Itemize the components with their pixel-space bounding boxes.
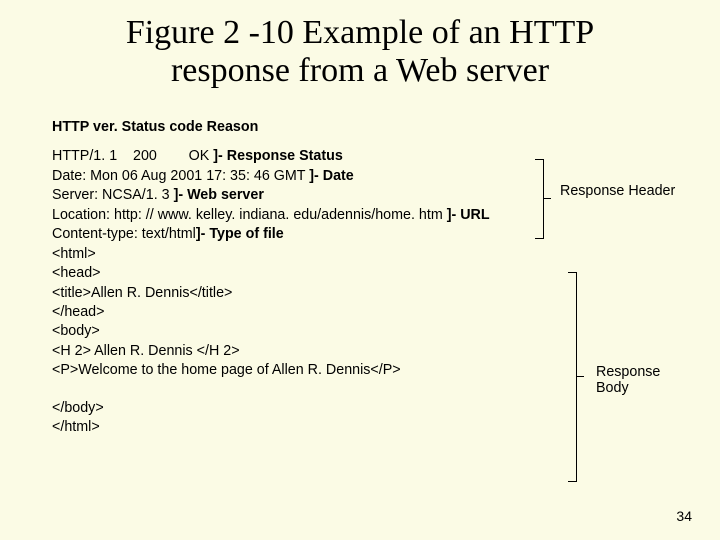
label-response-header: Response Header xyxy=(560,183,675,199)
ctype-line: Content-type: text/html]- Type of file xyxy=(52,225,672,244)
body-line: </body> xyxy=(52,399,672,418)
location-annotation: ]- URL xyxy=(447,207,490,223)
blank-line xyxy=(52,381,672,399)
body-line: <H 2> Allen R. Dennis </H 2> xyxy=(52,342,672,361)
label-response-body: Response Body xyxy=(596,364,660,396)
body-line: </head> xyxy=(52,303,672,322)
body-line: <html> xyxy=(52,245,672,264)
page-number: 34 xyxy=(676,508,692,524)
content-block: HTTP ver. Status code Reason HTTP/1. 1 2… xyxy=(52,118,672,438)
slide: Figure 2 -10 Example of an HTTP response… xyxy=(0,0,720,540)
title-line-2: response from a Web server xyxy=(171,52,549,89)
bracket-response-header xyxy=(543,159,544,239)
title-line-1: Figure 2 -10 Example of an HTTP xyxy=(126,14,594,51)
body-line: <title>Allen R. Dennis</title> xyxy=(52,284,672,303)
ctype-annotation: ]- Type of file xyxy=(196,226,284,242)
server-text: Server: NCSA/1. 3 xyxy=(52,187,174,203)
location-text: Location: http: // www. kelley. indiana.… xyxy=(52,207,447,223)
date-text: Date: Mon 06 Aug 2001 17: 35: 46 GMT xyxy=(52,168,309,184)
label-body-l2: Body xyxy=(596,380,629,396)
body-line: <P>Welcome to the home page of Allen R. … xyxy=(52,361,672,380)
ctype-text: Content-type: text/html xyxy=(52,226,196,242)
status-annotation: ]- Response Status xyxy=(213,148,343,164)
body-line: </html> xyxy=(52,418,672,437)
slide-title: Figure 2 -10 Example of an HTTP response… xyxy=(0,0,720,90)
status-text: HTTP/1. 1 200 OK xyxy=(52,148,213,164)
column-caption: HTTP ver. Status code Reason xyxy=(52,118,672,137)
server-annotation: ]- Web server xyxy=(174,187,264,203)
label-body-l1: Response xyxy=(596,364,660,380)
location-line: Location: http: // www. kelley. indiana.… xyxy=(52,206,672,225)
body-line: <head> xyxy=(52,264,672,283)
date-annotation: ]- Date xyxy=(309,168,353,184)
status-line: HTTP/1. 1 200 OK ]- Response Status xyxy=(52,147,672,166)
body-line: <body> xyxy=(52,322,672,341)
bracket-response-body xyxy=(576,272,577,482)
